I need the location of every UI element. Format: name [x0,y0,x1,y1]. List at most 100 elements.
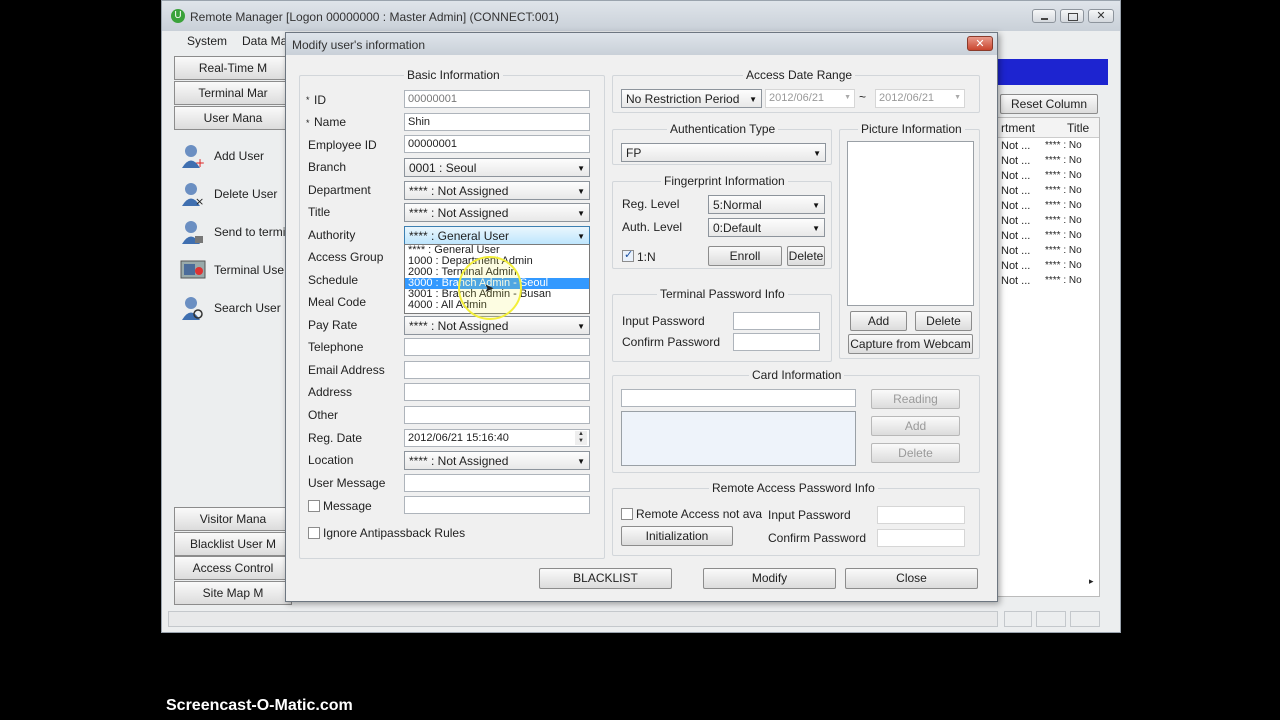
employee-id-field[interactable]: 00000001 [404,135,590,153]
maximize-button[interactable] [1060,9,1084,23]
capture-webcam-button[interactable]: Capture from Webcam [848,334,973,354]
dialog-title: Modify user's information [292,38,426,52]
scroll-right-icon[interactable]: ▸ [1089,576,1094,587]
ignore-antipassback-label: Ignore Antipassback Rules [323,526,466,540]
menu-system[interactable]: System [187,34,227,48]
reg-level-value: 5:Normal [713,198,762,212]
terminal-password-title: Terminal Password Info [657,287,788,301]
reg-level-select[interactable]: 5:Normal ▼ [708,195,825,214]
table-row[interactable]: Not ... **** : No [997,215,1099,230]
terminal-input-password-field[interactable] [733,312,820,330]
telephone-field[interactable] [404,338,590,356]
one-n-checkbox[interactable]: ✓ [622,249,634,262]
department-value: **** : Not Assigned [409,184,509,198]
auth-level-select[interactable]: 0:Default ▼ [708,218,825,237]
chevron-down-icon: ▼ [812,224,820,233]
table-row[interactable]: Not ... **** : No [997,275,1099,290]
right-header-bar [996,59,1108,85]
nav-realtime[interactable]: Real-Time M [174,56,292,80]
search-user-item[interactable]: Search User I [180,293,290,323]
table-row[interactable]: Not ... **** : No [997,185,1099,200]
nav-site-map[interactable]: Site Map M [174,581,292,605]
nav-terminal[interactable]: Terminal Mar [174,81,292,105]
access-date-mode-select[interactable]: No Restriction Period ▼ [621,89,762,108]
access-date-from-value: 2012/06/21 [769,92,825,104]
auth-type-title: Authentication Type [667,122,779,136]
send-to-terminal-item[interactable]: Send to termi [180,217,290,247]
message-checkbox[interactable] [308,500,320,512]
location-select[interactable]: **** : Not Assigned ▼ [404,451,590,470]
initialization-button[interactable]: Initialization [621,526,733,546]
remote-not-available-checkbox[interactable] [621,508,633,520]
picture-add-button[interactable]: Add [850,311,907,331]
ignore-antipassback-checkbox[interactable] [308,527,320,539]
blacklist-button[interactable]: BLACKLIST [539,568,672,589]
cell-department: Not ... [1001,200,1031,212]
id-field[interactable]: 00000001 [404,90,590,108]
authority-select[interactable]: **** : General User ▼ [404,226,590,245]
cell-department: Not ... [1001,185,1031,197]
dialog-close-icon[interactable]: ✕ [967,36,993,51]
close-button[interactable]: Close [845,568,978,589]
date-separator: ~ [859,90,867,104]
dialog-title-bar: Modify user's information ✕ [286,33,997,55]
message-field[interactable] [404,496,590,514]
nav-blacklist[interactable]: Blacklist User M [174,532,292,556]
picture-delete-button[interactable]: Delete [915,311,972,331]
close-icon[interactable]: ✕ [1088,9,1114,23]
cell-department: Not ... [1001,140,1031,152]
cell-title: **** : No [1045,230,1082,241]
table-row[interactable]: Not ... **** : No [997,200,1099,215]
chevron-down-icon: ▼ [577,164,585,173]
add-user-item[interactable]: + Add User [180,141,290,171]
fingerprint-delete-button[interactable]: Delete [787,246,825,266]
table-row[interactable]: Not ... **** : No [997,170,1099,185]
add-user-label: Add User [214,149,265,163]
header-title[interactable]: Title [1067,121,1089,135]
access-date-to-value: 2012/06/21 [879,92,935,104]
table-row[interactable]: Not ... **** : No [997,245,1099,260]
nav-access-control[interactable]: Access Control [174,556,292,580]
card-add-button[interactable]: Add [871,416,960,436]
user-message-field[interactable] [404,474,590,492]
auth-type-value: FP [626,146,642,160]
terminal-user-item[interactable]: Terminal Use [180,255,290,285]
card-delete-button[interactable]: Delete [871,443,960,463]
reg-date-field[interactable]: 2012/06/21 15:16:40 ▲ ▼ [404,429,590,447]
nav-visitor[interactable]: Visitor Mana [174,507,292,531]
modify-button[interactable]: Modify [703,568,836,589]
auth-type-select[interactable]: FP ▼ [621,143,826,162]
nav-user[interactable]: User Mana [174,106,292,130]
department-select[interactable]: **** : Not Assigned ▼ [404,181,590,200]
access-date-from[interactable]: 2012/06/21 ▼ [765,89,855,108]
delete-user-item[interactable]: × Delete User [180,179,290,209]
menu-data[interactable]: Data Ma [242,34,287,48]
address-field[interactable] [404,383,590,401]
card-list[interactable] [621,411,856,466]
remote-input-password-field[interactable] [877,506,965,524]
other-field[interactable] [404,406,590,424]
table-row[interactable]: Not ... **** : No [997,140,1099,155]
header-department[interactable]: rtment [1001,121,1035,135]
name-field[interactable]: Shin [404,113,590,131]
reset-column-button[interactable]: Reset Column [1000,94,1098,114]
minimize-button[interactable] [1032,9,1056,23]
reg-date-spinner-icon[interactable]: ▲ ▼ [575,431,587,445]
card-input-field[interactable] [621,389,856,407]
svg-text:+: + [195,156,204,169]
terminal-confirm-password-label: Confirm Password [622,335,721,349]
card-reading-button[interactable]: Reading [871,389,960,409]
access-date-to[interactable]: 2012/06/21 ▼ [875,89,965,108]
remote-confirm-password-field[interactable] [877,529,965,547]
table-row[interactable]: Not ... **** : No [997,230,1099,245]
status-cell-3 [1070,611,1100,627]
department-label: Department [308,183,371,197]
title-select[interactable]: **** : Not Assigned ▼ [404,203,590,222]
enroll-button[interactable]: Enroll [708,246,782,266]
table-row[interactable]: Not ... **** : No [997,260,1099,275]
cell-department: Not ... [1001,215,1031,227]
table-row[interactable]: Not ... **** : No [997,155,1099,170]
email-field[interactable] [404,361,590,379]
branch-select[interactable]: 0001 : Seoul ▼ [404,158,590,177]
terminal-confirm-password-field[interactable] [733,333,820,351]
